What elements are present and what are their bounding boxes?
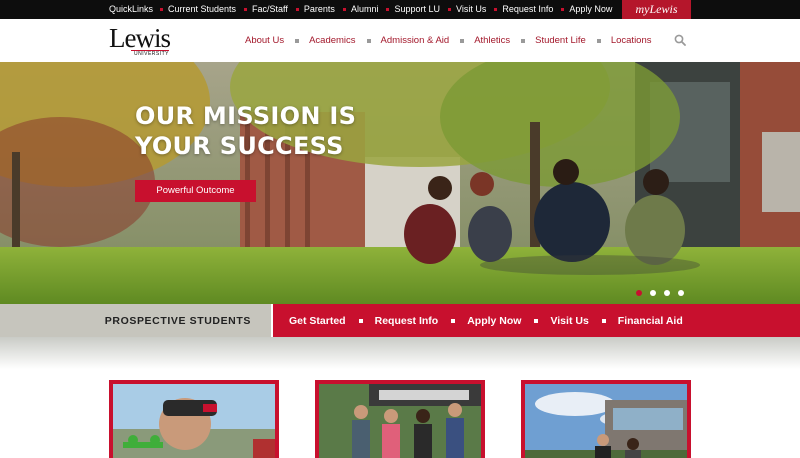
nav-item-athletics[interactable]: Athletics: [474, 35, 510, 46]
utility-link-fac-staff[interactable]: Fac/Staff: [244, 4, 288, 14]
card-image-drone-pilot: [113, 384, 275, 458]
card-image-campus-building: [525, 384, 687, 458]
feature-card-students[interactable]: [315, 380, 485, 458]
quicklinks-label[interactable]: QuickLinks: [109, 4, 153, 14]
prospective-link-financial-aid[interactable]: Financial Aid: [618, 315, 683, 327]
bullet-icon: [342, 7, 346, 11]
lewis-logo[interactable]: Lewis UNIVERSITY: [109, 23, 171, 59]
utility-link-visit-us[interactable]: Visit Us: [447, 4, 486, 14]
prospective-link-apply-now[interactable]: Apply Now: [467, 315, 521, 327]
utility-link-request-info[interactable]: Request Info: [494, 4, 553, 14]
hero-banner: OUR MISSION IS YOUR SUCCESS Powerful Out…: [0, 62, 800, 304]
utility-link-alumni[interactable]: Alumni: [342, 4, 378, 14]
nav-item-academics[interactable]: Academics: [309, 35, 355, 46]
bullet-icon: [561, 7, 565, 11]
bullet-icon: [386, 7, 390, 11]
nav-separator: [295, 38, 300, 43]
slide-dot-1[interactable]: [636, 290, 642, 296]
prospective-link-visit-us[interactable]: Visit Us: [550, 315, 588, 327]
nav-separator: [596, 38, 601, 43]
utility-link-apply-now[interactable]: Apply Now: [561, 4, 612, 14]
card-image-students-walking: [319, 384, 481, 458]
prospective-links-bar: Get Started Request Info Apply Now Visit…: [273, 304, 800, 337]
search-icon[interactable]: [674, 34, 686, 46]
slide-dot-3[interactable]: [664, 290, 670, 296]
prospective-link-get-started[interactable]: Get Started: [289, 315, 346, 327]
utility-bar: QuickLinks Current Students Fac/Staff Pa…: [0, 0, 800, 19]
nav-item-student-life[interactable]: Student Life: [535, 35, 586, 46]
link-separator: [358, 318, 363, 323]
nav-separator: [521, 38, 526, 43]
link-separator: [601, 318, 606, 323]
feature-card-campus[interactable]: [521, 380, 691, 458]
nav-item-about-us[interactable]: About Us: [245, 35, 284, 46]
utility-links: Current Students Fac/Staff Parents Alumn…: [152, 4, 612, 14]
prospective-students-text: PROSPECTIVE STUDENTS: [104, 315, 251, 327]
site-header: Lewis UNIVERSITY About Us Academics Admi…: [0, 19, 800, 62]
utility-link-current-students[interactable]: Current Students: [160, 4, 236, 14]
slide-indicators: [636, 290, 692, 296]
bullet-icon: [447, 7, 451, 11]
bullet-icon: [244, 7, 248, 11]
bullet-icon: [295, 7, 299, 11]
utility-link-parents[interactable]: Parents: [295, 4, 335, 14]
section-fade: [0, 337, 800, 369]
mylewis-button[interactable]: myLewis: [622, 0, 691, 19]
link-separator: [534, 318, 539, 323]
bullet-icon: [494, 7, 498, 11]
prospective-link-request-info[interactable]: Request Info: [375, 315, 439, 327]
logo-wordmark: Lewis: [109, 23, 171, 53]
hero-photo: [0, 62, 800, 304]
nav-item-admission-aid[interactable]: Admission & Aid: [381, 35, 450, 46]
nav-item-locations[interactable]: Locations: [611, 35, 652, 46]
main-nav: About Us Academics Admission & Aid Athle…: [245, 35, 652, 46]
hero-headline: OUR MISSION IS YOUR SUCCESS: [135, 102, 357, 160]
link-separator: [451, 318, 456, 323]
bullet-icon: [160, 7, 163, 11]
feature-card-drone[interactable]: [109, 380, 279, 458]
prospective-students-label: PROSPECTIVE STUDENTS: [0, 304, 271, 337]
powerful-outcome-button[interactable]: Powerful Outcome: [135, 180, 256, 202]
nav-separator: [366, 38, 371, 43]
nav-separator: [460, 38, 465, 43]
logo-subtitle: UNIVERSITY: [134, 51, 170, 57]
utility-link-support-lu[interactable]: Support LU: [386, 4, 440, 14]
slide-dot-2[interactable]: [650, 290, 656, 296]
slide-dot-4[interactable]: [678, 290, 684, 296]
